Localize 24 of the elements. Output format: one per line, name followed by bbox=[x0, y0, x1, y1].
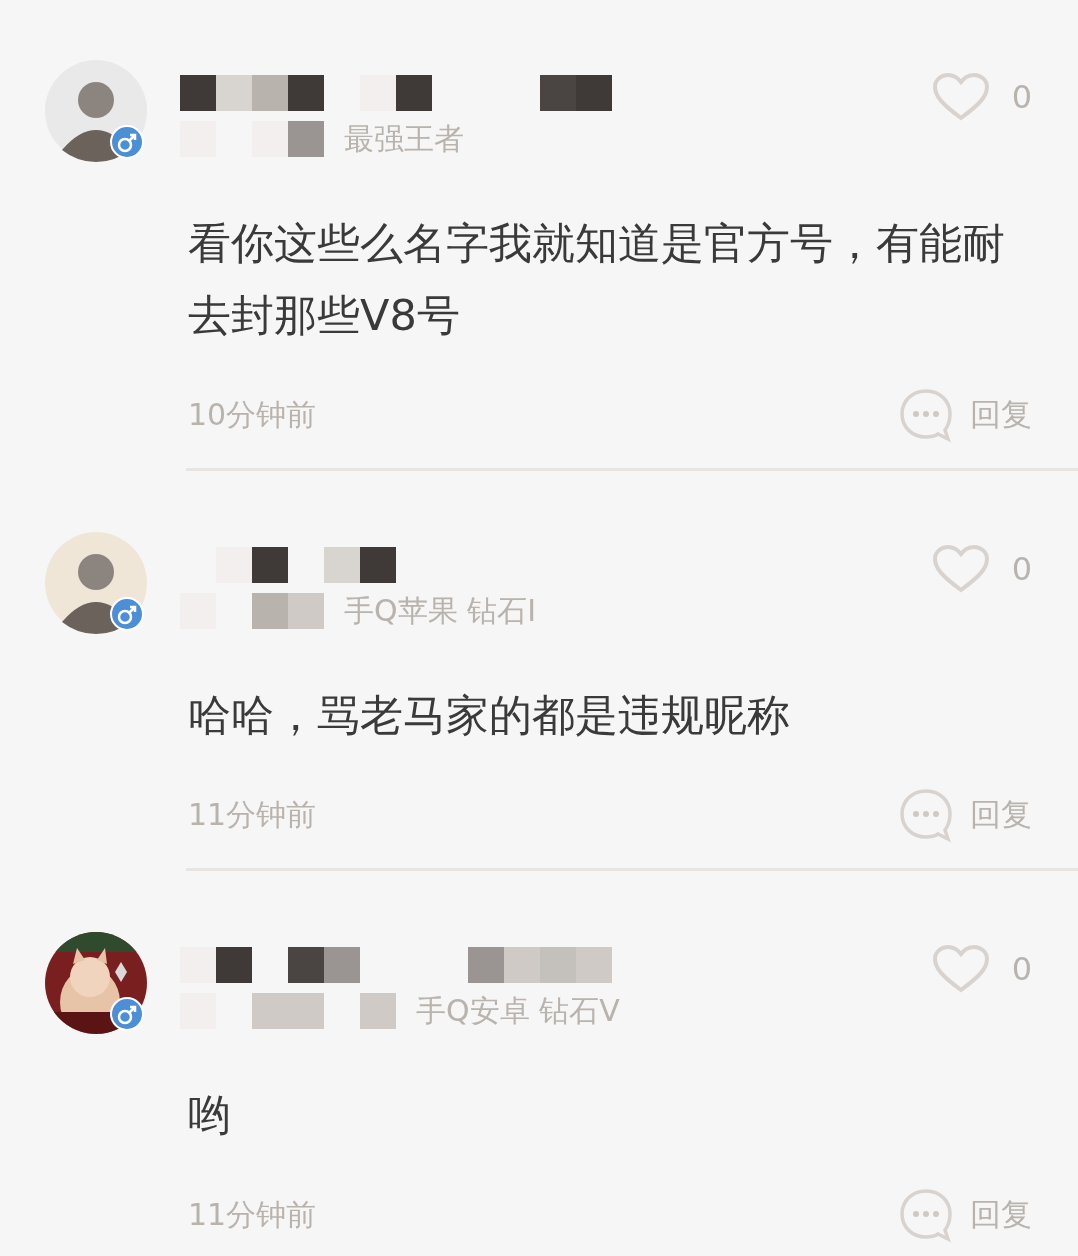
male-icon bbox=[110, 997, 144, 1031]
heart-icon[interactable] bbox=[931, 944, 990, 994]
comment-text: 哈哈，骂老马家的都是违规昵称 bbox=[188, 689, 791, 742]
comment-icon bbox=[898, 1187, 954, 1243]
rank-label: 手Q苹果 钻石I bbox=[344, 591, 536, 630]
rank-label: 手Q安卓 钻石V bbox=[416, 991, 620, 1030]
comment-icon bbox=[898, 787, 954, 843]
timestamp: 11分钟前 bbox=[188, 1195, 317, 1234]
male-icon bbox=[110, 597, 144, 631]
reply-button[interactable]: 回复 bbox=[970, 1194, 1032, 1236]
like-count: 0 bbox=[1011, 950, 1032, 988]
comment-text: 哟 bbox=[188, 1089, 232, 1142]
heart-icon[interactable] bbox=[931, 72, 990, 122]
comment-text: 看你这些么名字我就知道是官方号，有能耐去封那些V8号 bbox=[188, 217, 1006, 342]
reply-button[interactable]: 回复 bbox=[970, 394, 1032, 436]
timestamp: 11分钟前 bbox=[188, 795, 317, 834]
heart-icon[interactable] bbox=[931, 544, 990, 594]
like-count: 0 bbox=[1011, 550, 1032, 588]
comment-icon bbox=[898, 387, 954, 443]
rank-label: 最强王者 bbox=[344, 119, 464, 158]
like-count: 0 bbox=[1011, 78, 1032, 116]
male-icon bbox=[110, 125, 144, 159]
reply-button[interactable]: 回复 bbox=[970, 794, 1032, 836]
timestamp: 10分钟前 bbox=[188, 395, 317, 434]
